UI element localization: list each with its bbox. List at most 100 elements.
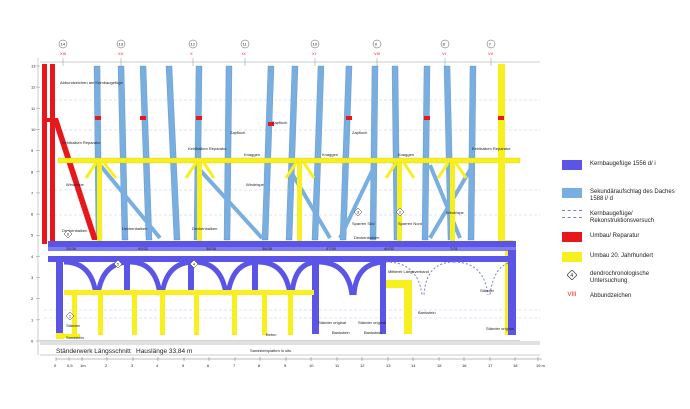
- scale-label-17: 17: [488, 363, 493, 368]
- legend-label-sekundaer: Sekundäraufschlag des Daches 1588 i/ d: [590, 189, 675, 202]
- height-label-0: 0: [31, 339, 34, 344]
- note-zapfloch-2: Zapfloch: [272, 120, 287, 125]
- scale-label-7: 7: [233, 363, 236, 368]
- dim-4: 38/38: [262, 246, 273, 251]
- abbund-roman-13: XII: [118, 51, 123, 56]
- note-zapfloch-3: Zapfloch: [352, 130, 367, 135]
- legend-swatch-umbau20: [562, 252, 582, 262]
- height-label-1: 1: [31, 317, 34, 322]
- note-sparren-sued: Sparren Süd: [352, 221, 374, 226]
- legend-label-kern: Kernbaugefüge 1556 d/ i: [590, 161, 656, 167]
- yellow-braces: [84, 162, 468, 179]
- dim-6: 40/32: [384, 246, 395, 251]
- dim-2: 40/32: [138, 246, 149, 251]
- note-staender-2: Ständer: [66, 323, 81, 328]
- scale-label-05: 0,5: [67, 363, 73, 368]
- legend-abbund-glyph: VIII: [567, 292, 577, 298]
- note-windrispe-2: Windrispe: [246, 182, 265, 187]
- rafter-4: [165, 65, 181, 241]
- height-scale: 131211109876543210: [31, 64, 40, 344]
- legend-dendro-glyph: 4: [570, 273, 573, 279]
- scale-label-18: 18: [513, 363, 518, 368]
- legend-label-umbau: Umbau/ Reparatur: [590, 233, 640, 239]
- height-label-4: 4: [31, 254, 34, 259]
- note-windrispe-1: Windrispe: [66, 182, 85, 187]
- diagonal-braces: [98, 163, 472, 240]
- scale-label-10: 10: [309, 363, 314, 368]
- rafter-13: [421, 65, 431, 241]
- note-kehlbalken-1: Kehlbalken Reparatur: [62, 140, 101, 145]
- note-deckenbalken-2: Deckenbalken: [122, 226, 147, 231]
- rafters-secondary: [93, 65, 477, 241]
- legend-label-abbund: Abbundzeichen: [590, 293, 632, 299]
- scale-label-16: 16: [462, 363, 467, 368]
- abbund-roman-7: VII: [488, 51, 493, 56]
- note-knaggen-1: Knaggen: [244, 152, 260, 157]
- scale-label-3: 3: [131, 363, 134, 368]
- note-abbund: Abbundzeichen am Kernbaugefüge: [60, 80, 123, 85]
- note-staender-original-2: Ständer original: [358, 320, 386, 325]
- scale-label-4: 4: [156, 363, 159, 368]
- abbund-roman-12: X: [190, 51, 193, 56]
- note-kehlbalken-3: Kehlbalken Reparatur: [472, 146, 511, 151]
- axis-number-13: 13: [119, 42, 124, 47]
- yellow-ground-structure: [56, 280, 412, 339]
- height-label-9: 9: [31, 148, 34, 153]
- note-bankstein-3: Bankstein: [364, 330, 382, 335]
- height-label-3: 3: [31, 275, 34, 280]
- caption-left: Ständerwerk Längsschnitt: [56, 348, 131, 355]
- note-sandstein: Sandstein: [66, 335, 84, 340]
- note-staender: Ständer: [480, 288, 495, 293]
- legend-swatch-sekundaer: [562, 188, 582, 198]
- note-knaggen-3: Knaggen: [398, 152, 414, 157]
- scale-label-15: 15: [437, 363, 442, 368]
- abbund-roman-14: XIII: [60, 51, 66, 56]
- red-repair-members: [42, 64, 98, 244]
- note-bankstein-1: Bankstein: [418, 310, 436, 315]
- abbund-roman-10: XI: [312, 51, 316, 56]
- scale-label-11: 11: [335, 363, 340, 368]
- dim-5: 47/30: [326, 246, 337, 251]
- rafter-8: [285, 65, 299, 241]
- axis-number-10: 10: [313, 42, 318, 47]
- legend-label-umbau20: Umbau 20. Jahrhundert: [590, 253, 654, 259]
- height-label-6: 6: [31, 212, 34, 217]
- ground-hatch: [40, 341, 540, 345]
- scale-label-9: 9: [284, 363, 287, 368]
- height-label-13: 13: [31, 64, 36, 69]
- scale-label-6: 6: [207, 363, 210, 368]
- scale-label-14: 14: [411, 363, 416, 368]
- scale-label-12: 12: [360, 363, 365, 368]
- drawing-stage: 14 XIII 13 XII 12 X 11 IX 10 XI 9 VIII 8 VI 7 VII: [0, 0, 690, 409]
- note-knaggen-2: Knaggen: [322, 152, 338, 157]
- scale-label-19m: 19 m: [536, 363, 546, 368]
- rafter-7: [261, 65, 275, 241]
- scale-label-0: 0: [54, 363, 57, 368]
- axis-number-14: 14: [61, 42, 66, 47]
- abbund-roman-11: IX: [242, 51, 246, 56]
- note-sparren-nord: Sparren Nord: [398, 221, 422, 226]
- scale-label-5: 5: [182, 363, 185, 368]
- rafter-2: [117, 65, 129, 241]
- note-staender-original-3: Ständer original: [486, 326, 514, 331]
- height-label-2: 2: [31, 296, 34, 301]
- red-marks: [95, 116, 504, 126]
- height-label-5: 5: [31, 233, 34, 238]
- note-bodenplatte: Sandsteinplatten in situ: [250, 348, 291, 353]
- note-zapfloch-1: Zapfloch: [230, 130, 245, 135]
- legend-swatch-umbau: [562, 232, 582, 242]
- note-bankstein-2: Bankstein: [332, 330, 350, 335]
- note-staender-original: Ständer original: [318, 320, 346, 325]
- rafter-15: [467, 65, 477, 241]
- scale-label-1m: 1m: [80, 363, 86, 368]
- height-label-7: 7: [31, 190, 34, 195]
- note-kehlbalken-2: Kehlbalken Reparatur: [188, 146, 227, 151]
- rafter-6: [223, 65, 233, 241]
- scale-label-8: 8: [258, 363, 261, 368]
- height-label-10: 10: [31, 127, 36, 132]
- height-label-11: 11: [31, 106, 36, 111]
- abbund-roman-8: VI: [442, 51, 446, 56]
- note-windrispe-3: Windrispe: [446, 210, 465, 215]
- legend-label-dendro: dendrochronologische Untersuchung: [590, 271, 650, 284]
- scale-label-2: 2: [105, 363, 108, 368]
